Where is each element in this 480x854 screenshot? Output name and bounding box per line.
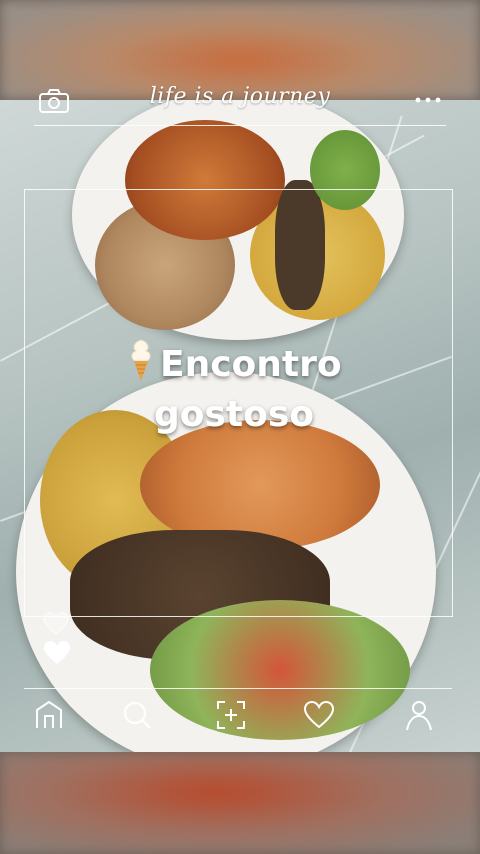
frame-nav-divider	[24, 688, 452, 689]
more-dots-icon[interactable]	[412, 92, 444, 108]
frame-top	[24, 189, 453, 190]
profile-icon[interactable]	[402, 698, 436, 732]
headline-line1: Encontro	[160, 344, 342, 385]
meat-top	[275, 180, 325, 310]
heart-icon[interactable]	[302, 698, 336, 732]
heart-outline-icon	[43, 612, 69, 635]
frame-bottom	[24, 616, 453, 617]
frame-left	[24, 189, 25, 617]
lettuce-top	[310, 130, 380, 210]
frame-right	[452, 189, 453, 617]
chicken-top	[125, 120, 285, 240]
add-post-icon[interactable]	[214, 698, 248, 732]
headline-line2: gostoso	[154, 394, 315, 435]
home-icon[interactable]	[32, 698, 66, 732]
blurred-background-bottom	[0, 752, 480, 854]
top-bar: life is a journey	[0, 82, 480, 126]
heart-filled-icon[interactable]	[42, 640, 72, 666]
soft-ice-cream-icon	[131, 339, 151, 381]
app-title: life is a journey	[149, 84, 331, 109]
bottom-navigation	[0, 690, 480, 742]
post-caption: Encontro gostoso	[126, 338, 426, 440]
search-icon[interactable]	[120, 698, 154, 732]
